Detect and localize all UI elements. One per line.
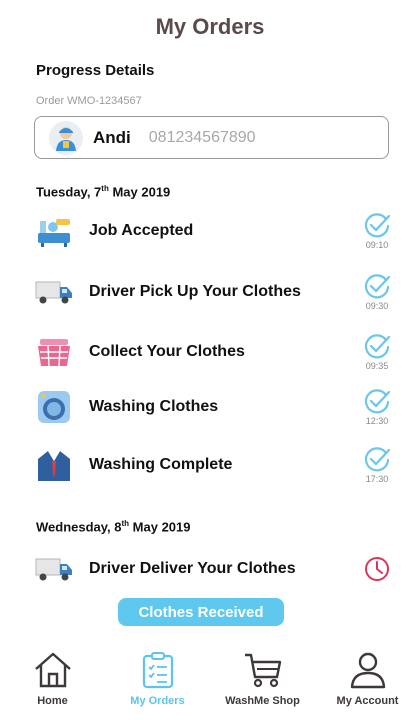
driver-name: Andi bbox=[93, 127, 131, 147]
washing-machine-icon bbox=[34, 390, 74, 424]
page-title: My Orders bbox=[155, 14, 265, 39]
check-circle-icon bbox=[364, 446, 391, 471]
clock-icon bbox=[365, 557, 389, 581]
step-label: Collect Your Clothes bbox=[89, 343, 245, 360]
check-circle-icon bbox=[364, 273, 391, 298]
nav-label: WashMe Shop bbox=[225, 695, 300, 707]
step-time: 09:30 bbox=[365, 300, 389, 311]
step-time: 12:30 bbox=[365, 415, 389, 426]
user-icon bbox=[350, 652, 385, 689]
step-collect-clothes: Collect Your Clothes 09:35 bbox=[34, 331, 394, 373]
truck-icon bbox=[34, 552, 74, 586]
order-id: Order WMO-1234567 bbox=[36, 95, 142, 107]
step-status bbox=[360, 555, 394, 583]
driver-avatar-icon bbox=[49, 120, 83, 155]
cart-icon bbox=[244, 653, 281, 688]
check-circle-icon bbox=[364, 212, 391, 237]
step-time: 17:30 bbox=[365, 473, 389, 484]
date-label-tuesday: Tuesday, 7th May 2019 bbox=[36, 184, 171, 200]
step-label: Driver Deliver Your Clothes bbox=[89, 560, 296, 577]
progress-details-heading: Progress Details bbox=[36, 62, 155, 79]
step-label: Job Accepted bbox=[89, 222, 194, 239]
step-washing-clothes: Washing Clothes 12:30 bbox=[34, 386, 394, 428]
step-status: 09:35 bbox=[360, 333, 394, 371]
job-accepted-icon bbox=[34, 214, 74, 248]
nav-my-orders[interactable]: My Orders bbox=[105, 645, 210, 720]
step-status: 12:30 bbox=[360, 388, 394, 426]
date-label-wednesday: Wednesday, 8th May 2019 bbox=[36, 519, 191, 535]
nav-my-account[interactable]: My Account bbox=[315, 645, 420, 720]
step-label: Washing Complete bbox=[89, 456, 233, 473]
step-status: 09:10 bbox=[360, 212, 394, 250]
clipboard-icon bbox=[142, 652, 173, 689]
nav-washme-shop[interactable]: WashMe Shop bbox=[210, 645, 315, 720]
nav-label: My Account bbox=[336, 695, 399, 707]
step-status: 09:30 bbox=[360, 273, 394, 311]
nav-label: Home bbox=[37, 695, 68, 707]
driver-card[interactable]: Andi 081234567890 bbox=[34, 116, 389, 159]
step-driver-deliver: Driver Deliver Your Clothes bbox=[34, 548, 394, 590]
step-time: 09:10 bbox=[365, 239, 389, 250]
step-driver-pickup: Driver Pick Up Your Clothes 09:30 bbox=[34, 271, 394, 313]
check-circle-icon bbox=[364, 388, 391, 413]
nav-label: My Orders bbox=[130, 695, 185, 707]
nav-home[interactable]: Home bbox=[0, 645, 105, 720]
step-time: 09:35 bbox=[365, 360, 389, 371]
step-label: Washing Clothes bbox=[89, 398, 219, 415]
step-status: 17:30 bbox=[360, 446, 394, 484]
laundry-basket-icon bbox=[34, 335, 74, 369]
step-washing-complete: Washing Complete 17:30 bbox=[34, 444, 394, 486]
clothes-received-button[interactable]: Clothes Received bbox=[118, 598, 284, 626]
truck-icon bbox=[34, 275, 74, 309]
check-circle-icon bbox=[364, 333, 391, 358]
home-icon bbox=[34, 652, 71, 688]
suit-icon bbox=[34, 448, 74, 482]
step-job-accepted: Job Accepted 09:10 bbox=[34, 210, 394, 252]
step-label: Driver Pick Up Your Clothes bbox=[89, 283, 301, 300]
driver-phone[interactable]: 081234567890 bbox=[149, 129, 256, 147]
bottom-nav: Home My Orders WashMe Shop My Account bbox=[0, 645, 420, 720]
